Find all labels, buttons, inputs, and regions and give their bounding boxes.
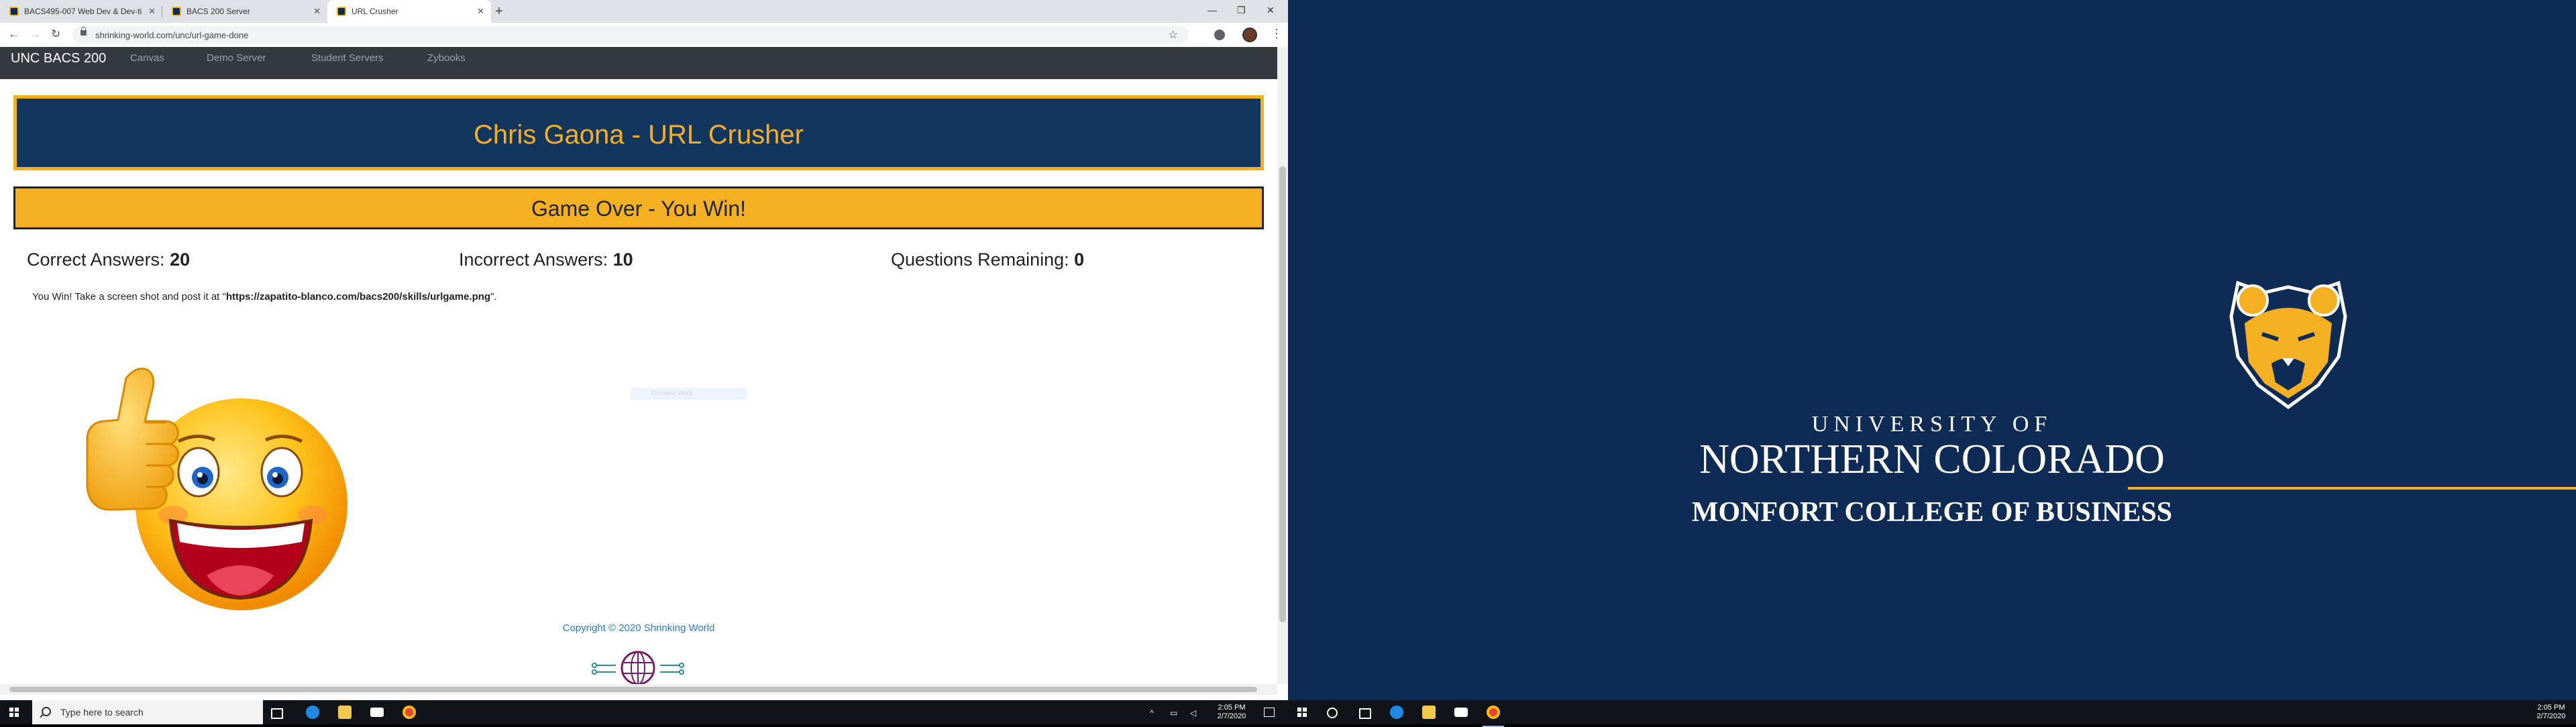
lock-icon (80, 27, 87, 36)
task-view-icon[interactable] (271, 708, 283, 719)
right-monitor-desktop (1288, 0, 2576, 724)
win-message: You Win! Take a screen shot and post it … (32, 291, 497, 302)
tab-label: BACS 200 Server (186, 7, 250, 16)
windows-start-icon[interactable] (1297, 708, 1307, 717)
tray-overflow-icon[interactable]: ^ (1150, 708, 1154, 718)
game-title-banner: Chris Gaona - URL Crusher (13, 95, 1264, 170)
unc-favicon-icon (172, 7, 181, 16)
close-tab-icon[interactable]: ✕ (313, 6, 321, 17)
edge-browser-icon[interactable] (1390, 706, 1403, 719)
chrome-icon[interactable] (1483, 706, 1504, 727)
restore-icon[interactable]: ❐ (1237, 5, 1246, 16)
back-arrow-icon[interactable]: ← (8, 27, 19, 41)
horizontal-scroll-thumb[interactable] (9, 687, 1257, 692)
mail-icon[interactable] (370, 708, 384, 717)
network-icon[interactable]: ▭ (1170, 708, 1177, 718)
extension-icon[interactable] (1214, 30, 1225, 40)
correct-answers-value: 20 (170, 249, 191, 270)
browser-tab-strip: BACS495-007 Web Dev & Dev-ti ✕ BACS 200 … (0, 0, 1288, 23)
taskbar-clock[interactable]: 2:05 PM 2/7/2020 (1208, 704, 1256, 721)
close-tab-icon[interactable]: ✕ (148, 6, 156, 17)
forward-arrow-icon[interactable]: → (30, 27, 41, 41)
site-navbar: UNC BACS 200 Canvas Demo Server Student … (0, 47, 1277, 79)
game-result-text: Game Over - You Win! (531, 197, 747, 221)
tab-label: URL Crusher (352, 7, 398, 16)
edge-browser-icon[interactable] (306, 706, 319, 719)
taskbar-clock[interactable]: 2:05 PM 2/7/2020 (2528, 704, 2575, 721)
close-tab-icon[interactable]: ✕ (477, 6, 484, 17)
site-brand[interactable]: UNC BACS 200 (11, 51, 106, 66)
new-tab-plus-icon[interactable]: + (495, 4, 503, 19)
incorrect-answers-label: Incorrect Answers: (459, 249, 608, 270)
taskbar-left: Type here to search ^ ▭ ◁ 2:05 PM 2/7/20… (0, 700, 1288, 724)
questions-remaining-stat: Questions Remaining: 0 (891, 249, 1084, 270)
wallpaper-line2: NORTHERN COLORADO (1699, 437, 2165, 482)
search-placeholder: Type here to search (60, 707, 144, 718)
volume-icon[interactable]: ◁ (1190, 708, 1196, 718)
faint-watermark-bar: Shrinking World (631, 388, 747, 400)
nav-link-canvas[interactable]: Canvas (130, 52, 164, 64)
horizontal-scrollbar[interactable] (0, 684, 1277, 695)
taskbar-search-box[interactable]: Type here to search (32, 700, 263, 724)
address-bar[interactable]: shrinking-world.com/unc/url-game-done ☆ (72, 26, 1189, 44)
nav-link-demo-server[interactable]: Demo Server (207, 52, 266, 64)
vertical-scroll-thumb[interactable] (1279, 166, 1286, 622)
bookmark-star-icon[interactable]: ☆ (1169, 28, 1178, 42)
page-title: Chris Gaona - URL Crusher (473, 120, 804, 150)
footer-copyright[interactable]: Copyright © 2020 Shrinking World (0, 622, 1277, 634)
minimize-icon[interactable]: — (1208, 5, 1217, 15)
vertical-scrollbar[interactable] (1277, 47, 1288, 684)
file-explorer-icon[interactable] (1422, 706, 1436, 719)
browser-menu-icon[interactable]: ⋮ (1271, 27, 1283, 41)
questions-remaining-label: Questions Remaining: (891, 249, 1069, 270)
taskbar-right: 2:05 PM 2/7/2020 (1288, 700, 2576, 727)
profile-avatar[interactable] (1242, 27, 1257, 42)
tab-bacs495[interactable]: BACS495-007 Web Dev & Dev-ti ✕ (0, 0, 162, 23)
screenshot-url: https://zapatito-blanco.com/bacs200/skil… (225, 291, 491, 302)
browser-toolbar: ← → ↻ shrinking-world.com/unc/url-game-d… (0, 23, 1288, 48)
wallpaper-gold-divider (2128, 487, 2576, 490)
unc-bear-logo (2229, 280, 2347, 410)
shrinking-world-globe-logo (592, 651, 684, 684)
reload-icon[interactable]: ↻ (51, 27, 60, 41)
left-monitor: BACS495-007 Web Dev & Dev-ti ✕ BACS 200 … (0, 0, 1288, 724)
incorrect-answers-stat: Incorrect Answers: 10 (459, 249, 633, 270)
questions-remaining-value: 0 (1074, 249, 1085, 270)
incorrect-answers-value: 10 (612, 249, 633, 270)
thumbs-up-smiley-image (86, 368, 347, 610)
unc-favicon-icon (337, 7, 346, 16)
tab-bacs200-server[interactable]: BACS 200 Server ✕ (162, 0, 327, 23)
nav-link-zybooks[interactable]: Zybooks (427, 52, 466, 64)
search-icon (42, 707, 51, 716)
tab-label: BACS495-007 Web Dev & Dev-ti (24, 7, 142, 16)
wallpaper-line3: MONFORT COLLEGE OF BUSINESS (1691, 497, 2173, 528)
unc-favicon-icon (9, 7, 19, 16)
task-view-icon[interactable] (1359, 708, 1371, 719)
close-window-icon[interactable]: ✕ (1267, 5, 1275, 16)
windows-start-icon[interactable] (9, 708, 19, 717)
chrome-icon[interactable] (402, 706, 416, 719)
nav-link-student-servers[interactable]: Student Servers (311, 52, 384, 64)
game-result-banner: Game Over - You Win! (13, 186, 1264, 229)
notifications-icon[interactable] (1264, 708, 1275, 717)
mail-icon[interactable] (1454, 708, 1468, 717)
search-icon[interactable] (1327, 708, 1338, 718)
tab-url-crusher[interactable]: URL Crusher ✕ (327, 0, 491, 23)
correct-answers-stat: Correct Answers: 20 (27, 249, 190, 270)
page-viewport: UNC BACS 200 Canvas Demo Server Student … (0, 47, 1277, 684)
correct-answers-label: Correct Answers: (27, 249, 165, 270)
wallpaper-line1: UNIVERSITY OF (1811, 412, 2053, 437)
address-url[interactable]: shrinking-world.com/unc/url-game-done (95, 30, 248, 40)
file-explorer-icon[interactable] (338, 706, 352, 719)
faint-text: Shrinking World (651, 390, 694, 396)
